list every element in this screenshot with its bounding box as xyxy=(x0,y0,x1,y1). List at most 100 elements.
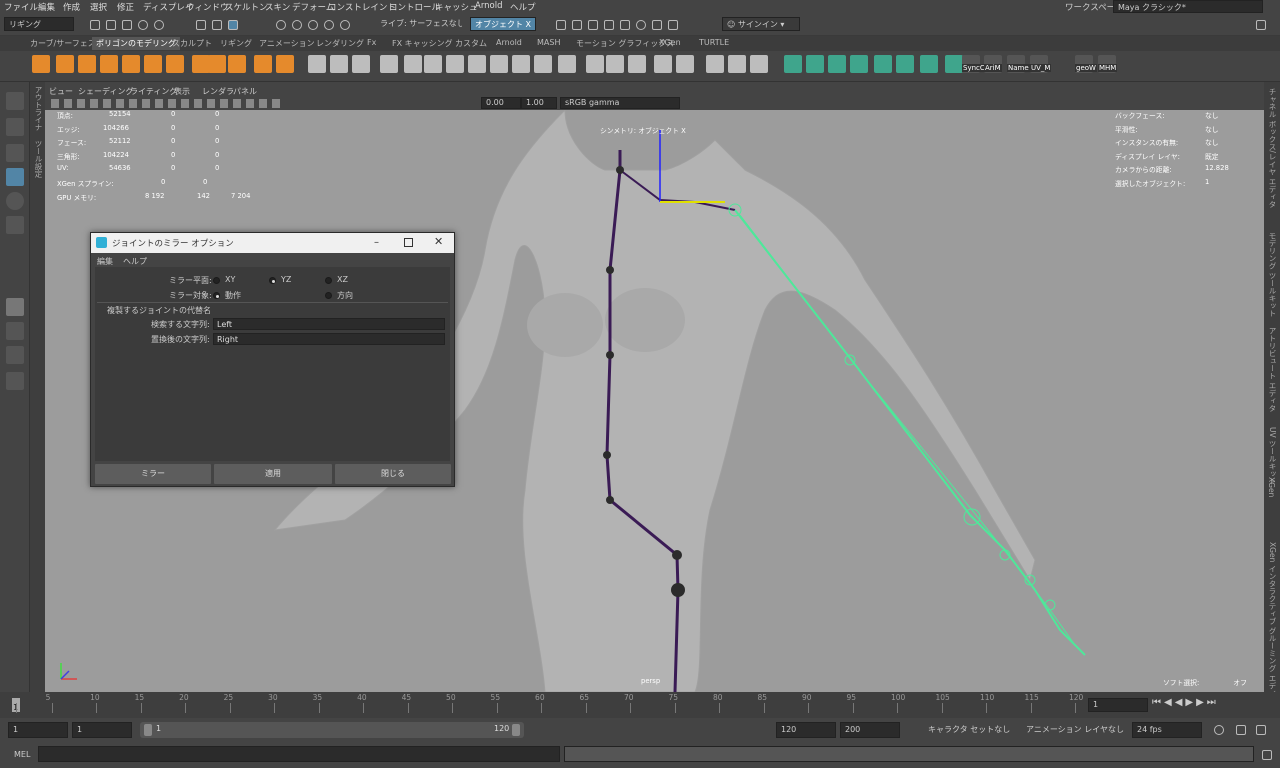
render-icon[interactable] xyxy=(556,20,566,30)
shelf-tab[interactable]: Arnold xyxy=(496,38,522,47)
fps-dropdown[interactable]: 24 fps xyxy=(1132,722,1202,738)
gamma-field[interactable]: 1.00 xyxy=(521,97,557,109)
cube-shelf-icon[interactable] xyxy=(56,55,74,73)
loop-icon[interactable] xyxy=(1214,725,1224,735)
menu-item[interactable]: 選択 xyxy=(90,1,107,13)
scale-tool-icon[interactable] xyxy=(6,216,24,234)
pause-icon[interactable] xyxy=(668,20,678,30)
scene-start-field[interactable]: 1 xyxy=(8,722,68,738)
anim-layer-dropdown[interactable]: アニメーション レイヤなし xyxy=(1022,722,1128,738)
sign-in-button[interactable]: ☺ サインイン ▾ xyxy=(722,17,800,31)
cut-shelf-icon[interactable] xyxy=(512,55,530,73)
soccer-shelf-icon[interactable] xyxy=(228,55,246,73)
menu-item[interactable]: スキン xyxy=(265,1,290,13)
shelf-tab[interactable]: カーブ/サーフェス xyxy=(30,38,96,49)
split-shelf-icon[interactable] xyxy=(490,55,508,73)
shelf-tab[interactable]: ポリゴンのモデリング xyxy=(92,37,180,50)
append-shelf-icon[interactable] xyxy=(446,55,464,73)
svg-shelf-icon[interactable] xyxy=(276,55,294,73)
shelf-tab[interactable]: MASH xyxy=(537,38,560,47)
menu-item[interactable]: キャッシュ xyxy=(435,1,478,13)
playback-controls[interactable]: ⏮◀◀▶▶⏭ xyxy=(1152,697,1219,708)
outliner-layout-icon[interactable] xyxy=(6,372,24,390)
merge-shelf-icon[interactable] xyxy=(468,55,486,73)
quadrangulate-shelf-icon[interactable] xyxy=(750,55,768,73)
right-strip-tab[interactable]: アトリビュート エディタ xyxy=(1267,327,1278,412)
minimize-icon[interactable]: – xyxy=(374,237,379,248)
scene-end-field[interactable]: 200 xyxy=(840,722,900,738)
rotate-tool-icon[interactable] xyxy=(6,192,24,210)
time-slider[interactable]: 1 5 10 15 20 25 30 35 40 45 50 55 60 65 70 75 80 85 90 95 1… xyxy=(0,692,1280,718)
move-tool-icon[interactable] xyxy=(6,168,24,186)
smooth-shelf-icon[interactable] xyxy=(676,55,694,73)
arnold-render-icon[interactable] xyxy=(636,20,646,30)
panel-menu-item[interactable]: パネル xyxy=(233,86,257,97)
plane-shelf-icon[interactable] xyxy=(144,55,162,73)
command-input[interactable] xyxy=(38,746,560,762)
shelf-tab[interactable]: カスタム xyxy=(455,38,487,49)
undo-icon[interactable] xyxy=(138,20,148,30)
menuset-dropdown[interactable]: リギング xyxy=(4,17,74,31)
outliner-tab[interactable]: アウトライナ xyxy=(33,86,44,131)
apply-button[interactable]: 適用 xyxy=(214,464,332,484)
replace-field[interactable]: Right xyxy=(213,333,445,345)
menu-item[interactable]: スケルトン xyxy=(225,1,268,13)
helix-shelf-icon[interactable] xyxy=(208,55,226,73)
render-settings-icon[interactable] xyxy=(588,20,598,30)
ipr-render-icon[interactable] xyxy=(572,20,582,30)
disc-shelf-icon[interactable] xyxy=(166,55,184,73)
menu-item[interactable]: Arnold xyxy=(475,1,503,11)
sphere-shelf-icon[interactable] xyxy=(32,55,50,73)
panel-menu-item[interactable]: シェーディング xyxy=(78,86,133,97)
shelf-tab[interactable]: XGen xyxy=(659,38,681,47)
playback-start-field[interactable]: 1 xyxy=(72,722,132,738)
menu-item[interactable]: コンストレイント xyxy=(328,1,396,13)
menu-item[interactable]: ウィンドウ xyxy=(186,1,229,13)
boolean-shelf-icon[interactable] xyxy=(828,55,846,73)
range-start-handle[interactable] xyxy=(144,724,152,736)
redo-icon[interactable] xyxy=(154,20,164,30)
dialog-menu-edit[interactable]: 編集 xyxy=(97,256,113,267)
target-shelf-icon[interactable] xyxy=(606,55,624,73)
hypershade-icon[interactable] xyxy=(604,20,614,30)
shelf-tab[interactable]: TURTLE xyxy=(699,38,729,47)
two-view-icon[interactable] xyxy=(6,346,24,364)
panel-menu-item[interactable]: 表示 xyxy=(174,86,190,97)
current-frame-field[interactable]: 1 xyxy=(1088,698,1148,712)
select-component-icon[interactable] xyxy=(228,20,238,30)
render-view-icon[interactable] xyxy=(620,20,630,30)
type-shelf-icon[interactable] xyxy=(254,55,272,73)
four-view-icon[interactable] xyxy=(6,322,24,340)
retopo-shelf-icon[interactable] xyxy=(784,55,802,73)
cylinder-shelf-icon[interactable] xyxy=(78,55,96,73)
select-hierarchy-icon[interactable] xyxy=(196,20,206,30)
cone-shelf-icon[interactable] xyxy=(100,55,118,73)
range-slider[interactable]: 1 120 xyxy=(140,722,524,738)
key-icon[interactable] xyxy=(1236,725,1246,735)
menu-item[interactable]: ヘルプ xyxy=(510,1,536,13)
sync-shelf-icon[interactable] xyxy=(945,55,963,73)
exposure-field[interactable]: 0.00 xyxy=(481,97,521,109)
bend-shelf-icon[interactable] xyxy=(850,55,868,73)
cleanup-shelf-icon[interactable] xyxy=(806,55,824,73)
single-view-icon[interactable] xyxy=(6,298,24,316)
fill-shelf-icon[interactable] xyxy=(424,55,442,73)
playback-end-field[interactable]: 120 xyxy=(776,722,836,738)
shelf-tab[interactable]: Fx xyxy=(367,38,376,47)
script-language-label[interactable]: MEL xyxy=(14,750,30,759)
snap-view-icon[interactable] xyxy=(324,20,334,30)
symmetry-dropdown[interactable]: オブジェクト X xyxy=(470,17,536,31)
tool-settings-tab[interactable]: ツール設定 xyxy=(33,140,44,178)
script-editor-icon[interactable] xyxy=(1262,750,1272,760)
paint-select-icon[interactable] xyxy=(6,144,24,162)
right-strip-tab[interactable]: モデリング ツールキット xyxy=(1267,232,1278,317)
separate-shelf-icon[interactable] xyxy=(404,55,422,73)
menu-item[interactable]: 作成 xyxy=(63,1,80,13)
reduce-shelf-icon[interactable] xyxy=(706,55,724,73)
menu-item[interactable]: ファイル xyxy=(4,1,38,13)
preferences-icon[interactable] xyxy=(1256,725,1266,735)
right-strip-tab[interactable]: XGen xyxy=(1267,477,1276,497)
workspace-dropdown[interactable]: Maya クラシック* xyxy=(1113,0,1263,13)
uv-shelf-icon[interactable] xyxy=(874,55,892,73)
dialog-titlebar[interactable]: ジョイントのミラー オプション – ✕ xyxy=(91,233,454,253)
